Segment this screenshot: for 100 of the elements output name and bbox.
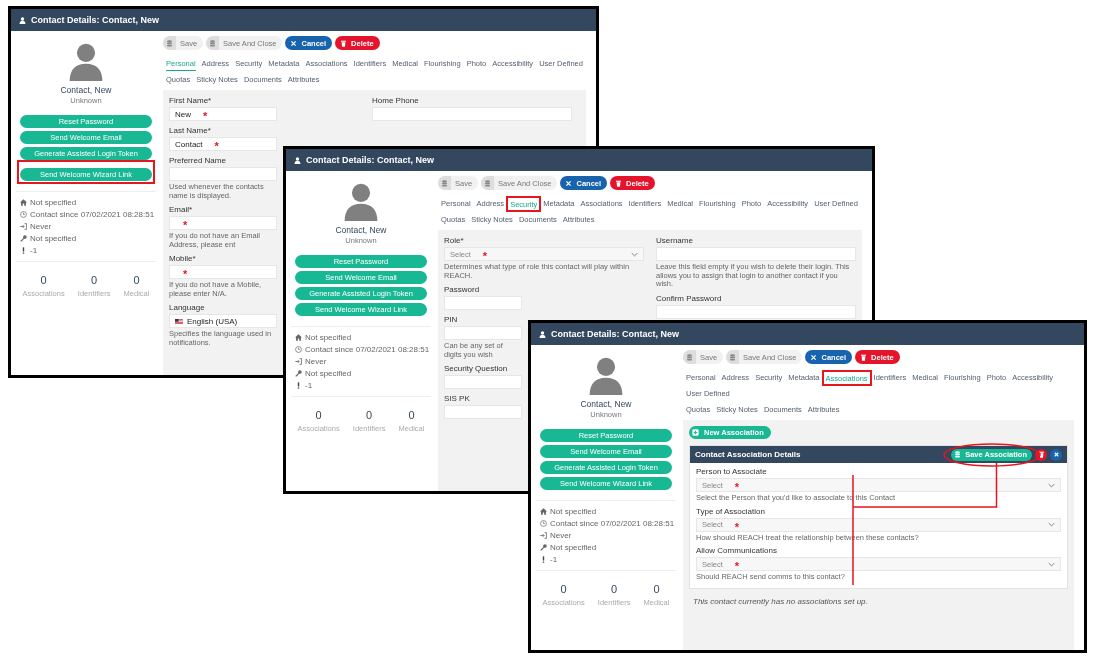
required-mark: *	[183, 222, 188, 228]
info-text: Contact since 07/02/2021 08:28:51	[550, 519, 675, 528]
field-label: Username	[656, 236, 693, 245]
contact-name: Contact, New	[335, 225, 387, 235]
required-mark: *	[203, 113, 208, 119]
window-title: Contact Details: Contact, New	[306, 155, 435, 165]
info-text: Contact since 07/02/2021 08:28:51	[30, 210, 155, 219]
input-field[interactable]	[169, 167, 277, 181]
field-label: Preferred Name	[169, 156, 226, 165]
field-label: Language	[169, 303, 205, 312]
info-text: Not specified	[550, 507, 597, 516]
required-mark: *	[214, 143, 219, 149]
field-label: SIS PK	[444, 394, 470, 403]
user-icon	[19, 16, 26, 24]
sign-in-icon	[295, 358, 302, 365]
database-icon	[166, 39, 173, 47]
database-icon	[954, 451, 962, 458]
field-label: Last Name*	[169, 126, 211, 135]
chevron-icon	[631, 251, 638, 257]
field-label: Mobile*	[169, 254, 196, 263]
info-text: Not specified	[30, 234, 77, 243]
window-title: Contact Details: Contact, New	[551, 329, 680, 339]
field-label: Allow Communications	[696, 546, 777, 555]
clock-icon	[295, 346, 302, 353]
field-label: PIN	[444, 315, 458, 324]
input-field[interactable]	[444, 296, 522, 310]
clock-icon	[20, 211, 27, 218]
info-text: Not specified	[305, 333, 352, 342]
clock-icon	[540, 520, 547, 527]
info-text: -1	[30, 246, 38, 255]
home-icon	[540, 508, 547, 515]
field-label: Role*	[444, 236, 464, 245]
key-icon	[540, 544, 547, 551]
close-icon	[810, 353, 818, 361]
field-label: Type of Association	[696, 506, 765, 516]
info-text: Never	[550, 531, 572, 540]
card-title: Contact Association Details	[695, 450, 801, 459]
close-icon	[290, 39, 298, 47]
info-text: Not specified	[305, 369, 352, 378]
home-icon	[295, 334, 302, 341]
info-text: -1	[305, 381, 313, 390]
field-label: Email*	[169, 205, 193, 214]
chevron-icon	[1048, 482, 1055, 488]
flag-icon	[175, 318, 183, 324]
info-text: -1	[550, 555, 558, 564]
input-field[interactable]	[656, 304, 856, 319]
database-icon	[729, 353, 737, 361]
info-text: Not specified	[30, 198, 77, 207]
stat-value: 0	[366, 409, 373, 421]
field-label: Security Question	[444, 364, 508, 373]
stat-value: 0	[408, 409, 415, 421]
info-text: Never	[30, 222, 52, 231]
input-field[interactable]	[444, 405, 522, 419]
key-icon	[20, 235, 27, 242]
close-icon	[1052, 451, 1060, 458]
input-field[interactable]: Contact *	[169, 137, 277, 151]
trash-icon	[615, 179, 623, 187]
empty-note: This contact currently has no associations set up.	[693, 596, 869, 606]
stat-value: 0	[653, 583, 660, 595]
chevron-icon	[1048, 561, 1055, 567]
sign-in-icon	[540, 532, 547, 539]
close-icon	[565, 179, 573, 187]
window-title: Contact Details: Contact, New	[31, 15, 160, 25]
user-icon	[539, 330, 546, 338]
required-mark: *	[734, 563, 740, 569]
trash-icon	[340, 39, 348, 47]
info-text: Not specified	[550, 543, 597, 552]
close-button[interactable]	[1050, 448, 1062, 461]
plus-icon	[692, 429, 699, 436]
input-field[interactable]: English (USA)	[169, 314, 277, 328]
required-mark: *	[734, 523, 740, 530]
info-text: Never	[305, 357, 327, 366]
field-label: Person to Associate	[696, 467, 767, 476]
field-label: Home Phone	[372, 96, 419, 105]
contact-name: Contact, New	[60, 85, 112, 95]
input-field[interactable]: New *	[169, 107, 277, 121]
user-icon	[294, 156, 301, 164]
database-icon	[441, 179, 448, 187]
field-label: Confirm Password	[656, 293, 722, 303]
home-icon	[20, 199, 27, 206]
stat-value: 0	[133, 274, 140, 286]
database-icon	[484, 179, 492, 187]
key-icon	[295, 370, 302, 377]
input-field[interactable]	[372, 107, 572, 121]
sign-in-icon	[20, 223, 27, 230]
database-icon	[209, 39, 217, 47]
database-icon	[686, 353, 693, 361]
chevron-icon	[1048, 522, 1055, 527]
required-mark: *	[482, 253, 488, 259]
input-field[interactable]	[656, 247, 856, 261]
input-field[interactable]	[444, 326, 522, 340]
input-field[interactable]	[444, 375, 522, 389]
trash-icon	[860, 353, 868, 361]
info-text: Contact since 07/02/2021 08:28:51	[305, 345, 430, 354]
input-field[interactable]: *	[169, 216, 277, 230]
trash-icon	[1037, 451, 1045, 458]
stat-value: 0	[611, 583, 618, 595]
field-label: First Name*	[169, 96, 212, 105]
input-field[interactable]: *	[169, 265, 277, 279]
field-label: Password	[444, 285, 480, 294]
